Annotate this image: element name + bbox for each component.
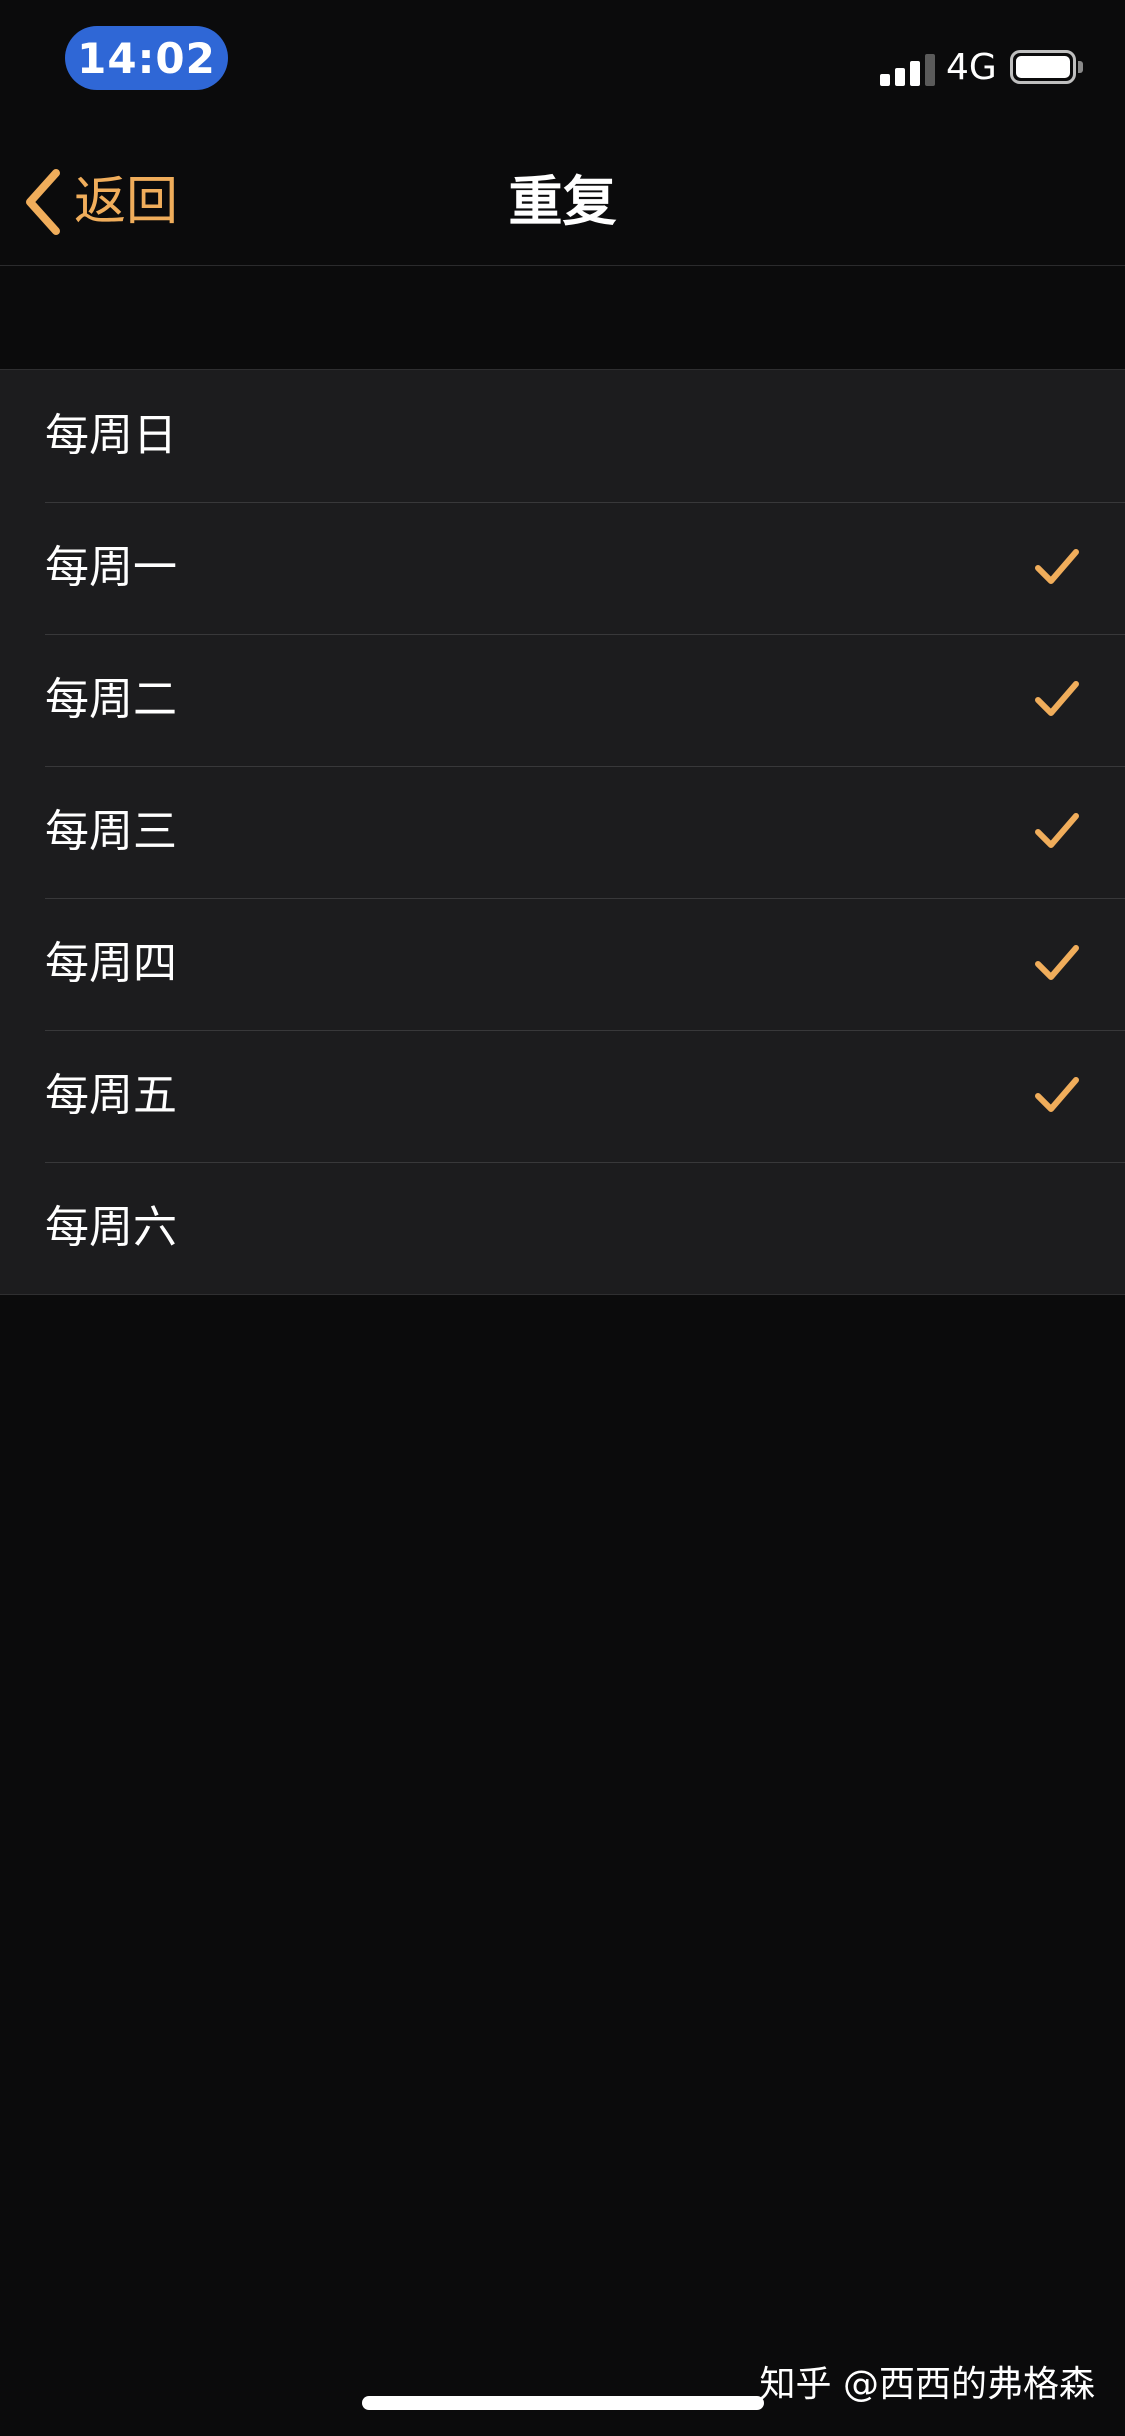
day-label: 每周一 <box>45 542 177 593</box>
battery-icon <box>1010 50 1076 84</box>
repeat-day-list: 每周日 每周一 每周二 每周三 每周四 每周五 每周六 <box>0 370 1125 1295</box>
battery-cap <box>1078 61 1083 73</box>
day-label: 每周六 <box>45 1202 177 1253</box>
watermark-text: 知乎 @西西的弗格森 <box>759 2364 1095 2405</box>
navigation-bar: 返回 重复 <box>0 140 1125 266</box>
network-type: 4G <box>946 47 997 88</box>
day-row-friday[interactable]: 每周五 <box>0 1030 1125 1162</box>
checkmark-icon <box>1035 681 1079 716</box>
day-row-tuesday[interactable]: 每周二 <box>0 634 1125 766</box>
status-time: 14:02 <box>65 26 228 90</box>
day-row-monday[interactable]: 每周一 <box>0 502 1125 634</box>
day-label: 每周三 <box>45 806 177 857</box>
day-label: 每周日 <box>45 410 177 461</box>
day-row-saturday[interactable]: 每周六 <box>0 1162 1125 1294</box>
back-label: 返回 <box>74 172 179 232</box>
checkmark-icon <box>1035 945 1079 980</box>
day-row-thursday[interactable]: 每周四 <box>0 898 1125 1030</box>
day-row-wednesday[interactable]: 每周三 <box>0 766 1125 898</box>
checkmark-icon <box>1035 1077 1079 1112</box>
day-label: 每周五 <box>45 1070 177 1121</box>
back-button[interactable]: 返回 <box>22 164 178 240</box>
signal-icon <box>880 50 936 86</box>
home-indicator[interactable] <box>362 2396 764 2410</box>
chevron-left-icon <box>22 169 62 235</box>
checkmark-icon <box>1035 549 1079 584</box>
day-label: 每周二 <box>45 674 177 725</box>
checkmark-icon <box>1035 813 1079 848</box>
day-row-sunday[interactable]: 每周日 <box>0 370 1125 502</box>
section-spacer <box>0 266 1125 370</box>
day-label: 每周四 <box>45 938 177 989</box>
